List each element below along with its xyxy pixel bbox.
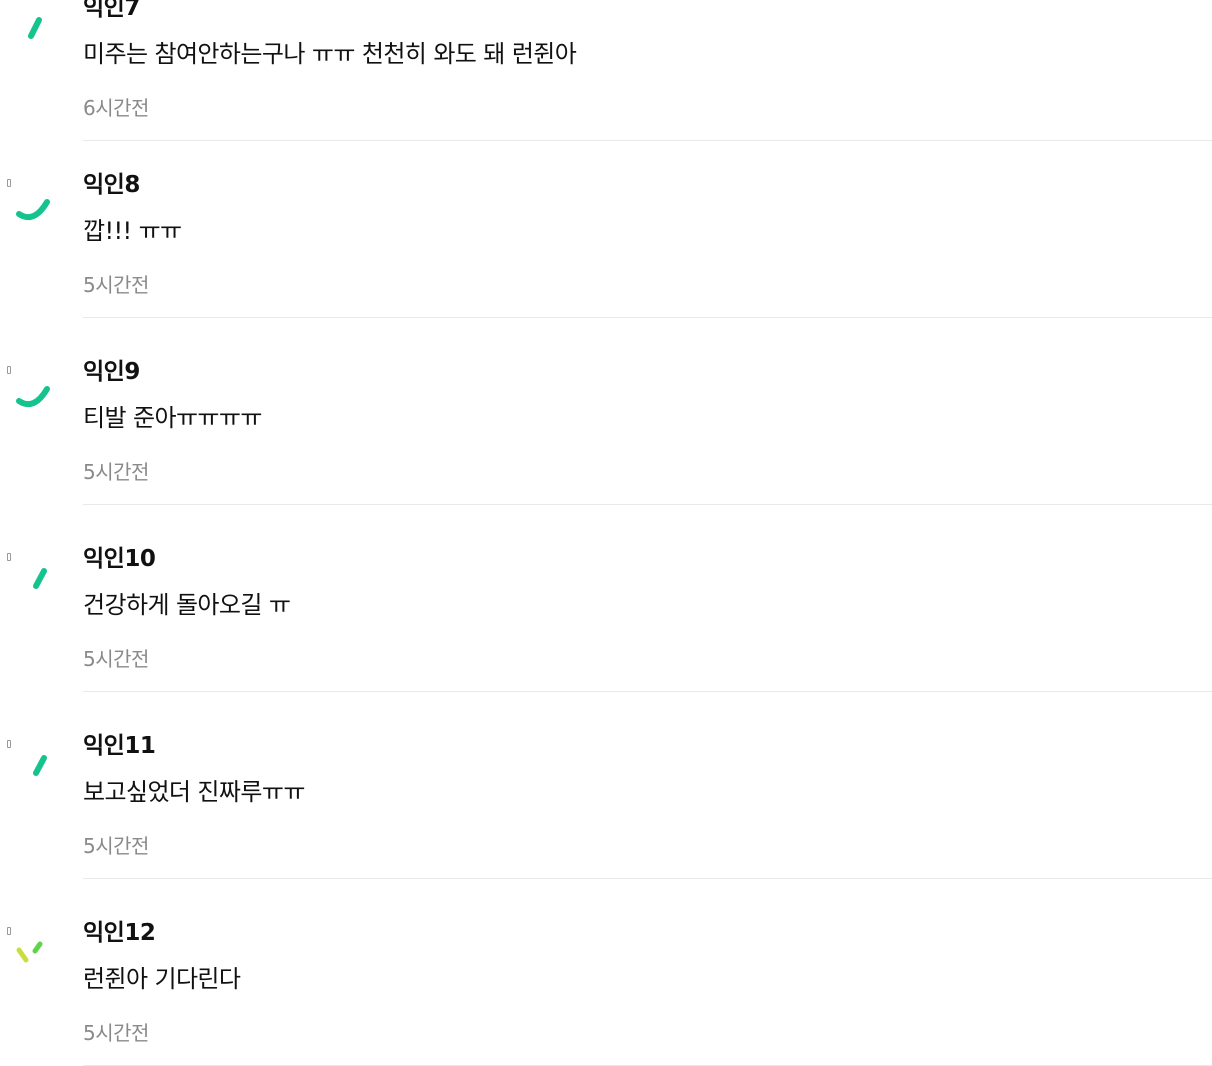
comment-divider	[83, 691, 1212, 692]
comment-author[interactable]: 익인11	[83, 732, 156, 760]
green-slash-loader-icon	[33, 755, 47, 776]
green-arc-loader-icon	[16, 199, 50, 220]
comment-timestamp: 6시간전	[83, 96, 149, 120]
green-slash-loader-icon	[28, 17, 42, 39]
comment-item: 익인12 런쥔아 기다린다 5시간전	[0, 919, 1212, 1066]
comment-text: 런쥔아 기다린다	[83, 965, 241, 993]
comment-divider	[83, 317, 1212, 318]
comment-item: 익인11 보고싶었더 진짜루ㅠㅠ 5시간전	[0, 732, 1212, 919]
comment-divider	[83, 878, 1212, 879]
comment-list: 익인7 미주는 참여안하는구나 ㅠㅠ 천천히 와도 돼 런쥔아 6시간전 익인8…	[0, 0, 1212, 1066]
comment-text: 미주는 참여안하는구나 ㅠㅠ 천천히 와도 돼 런쥔아	[83, 40, 577, 68]
comment-text: 건강하게 돌아오길 ㅠ	[83, 591, 291, 619]
comment-divider	[83, 140, 1212, 141]
comment-divider	[83, 504, 1212, 505]
comment-text: 티발 준아ㅠㅠㅠㅠ	[83, 404, 262, 432]
comment-author[interactable]: 익인7	[83, 0, 140, 22]
comment-author[interactable]: 익인10	[83, 545, 156, 573]
yellow-green-ticks-loader-icon	[16, 941, 43, 963]
comment-text: 깝!!! ㅠㅠ	[83, 217, 182, 245]
comment-item: 익인8 깝!!! ㅠㅠ 5시간전	[0, 171, 1212, 358]
comment-item: 익인9 티발 준아ㅠㅠㅠㅠ 5시간전	[0, 358, 1212, 545]
comment-item: 익인7 미주는 참여안하는구나 ㅠㅠ 천천히 와도 돼 런쥔아 6시간전	[0, 0, 1212, 181]
comment-timestamp: 5시간전	[83, 1021, 149, 1045]
comment-timestamp: 5시간전	[83, 273, 149, 297]
green-slash-loader-icon	[33, 568, 47, 589]
comment-author[interactable]: 익인12	[83, 919, 156, 947]
comment-item: 익인10 건강하게 돌아오길 ㅠ 5시간전	[0, 545, 1212, 732]
comment-timestamp: 5시간전	[83, 460, 149, 484]
green-arc-loader-icon	[16, 386, 50, 407]
comment-author[interactable]: 익인8	[83, 171, 140, 199]
comment-text: 보고싶었더 진짜루ㅠㅠ	[83, 778, 305, 806]
comment-author[interactable]: 익인9	[83, 358, 140, 386]
comment-timestamp: 5시간전	[83, 647, 149, 671]
comment-timestamp: 5시간전	[83, 834, 149, 858]
